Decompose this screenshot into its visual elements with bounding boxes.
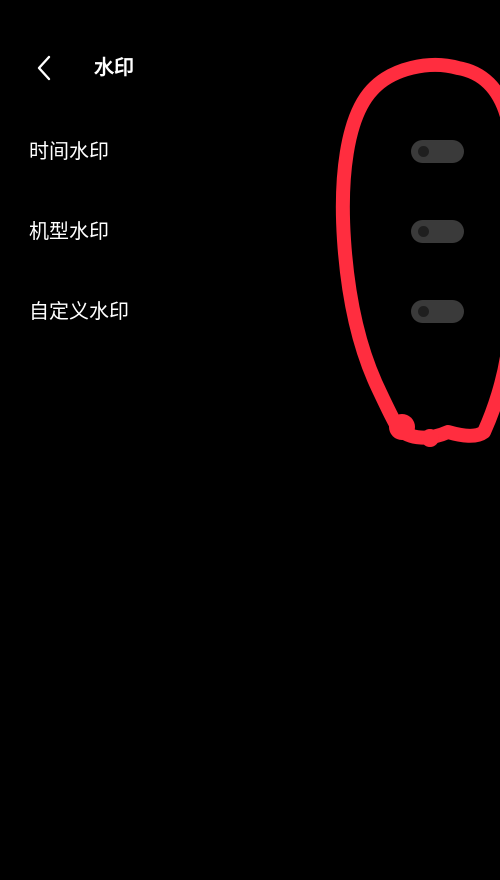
chevron-left-icon xyxy=(37,55,51,81)
setting-row-model-watermark[interactable]: 机型水印 xyxy=(0,190,500,270)
model-watermark-toggle[interactable] xyxy=(411,220,464,243)
toggle-knob xyxy=(418,226,429,237)
custom-watermark-toggle[interactable] xyxy=(411,300,464,323)
toggle-knob xyxy=(418,306,429,317)
time-watermark-toggle[interactable] xyxy=(411,140,464,163)
setting-label: 时间水印 xyxy=(29,139,109,163)
toggle-knob xyxy=(418,146,429,157)
annotation-blob xyxy=(421,429,439,447)
back-button[interactable] xyxy=(26,50,62,86)
setting-label: 自定义水印 xyxy=(29,299,129,323)
header-bar: 水印 xyxy=(0,36,500,98)
annotation-blob xyxy=(389,414,415,440)
page-title: 水印 xyxy=(94,55,134,79)
setting-row-custom-watermark[interactable]: 自定义水印 xyxy=(0,270,500,350)
setting-label: 机型水印 xyxy=(29,219,109,243)
setting-row-time-watermark[interactable]: 时间水印 xyxy=(0,110,500,190)
settings-list: 时间水印 机型水印 自定义水印 xyxy=(0,110,500,350)
